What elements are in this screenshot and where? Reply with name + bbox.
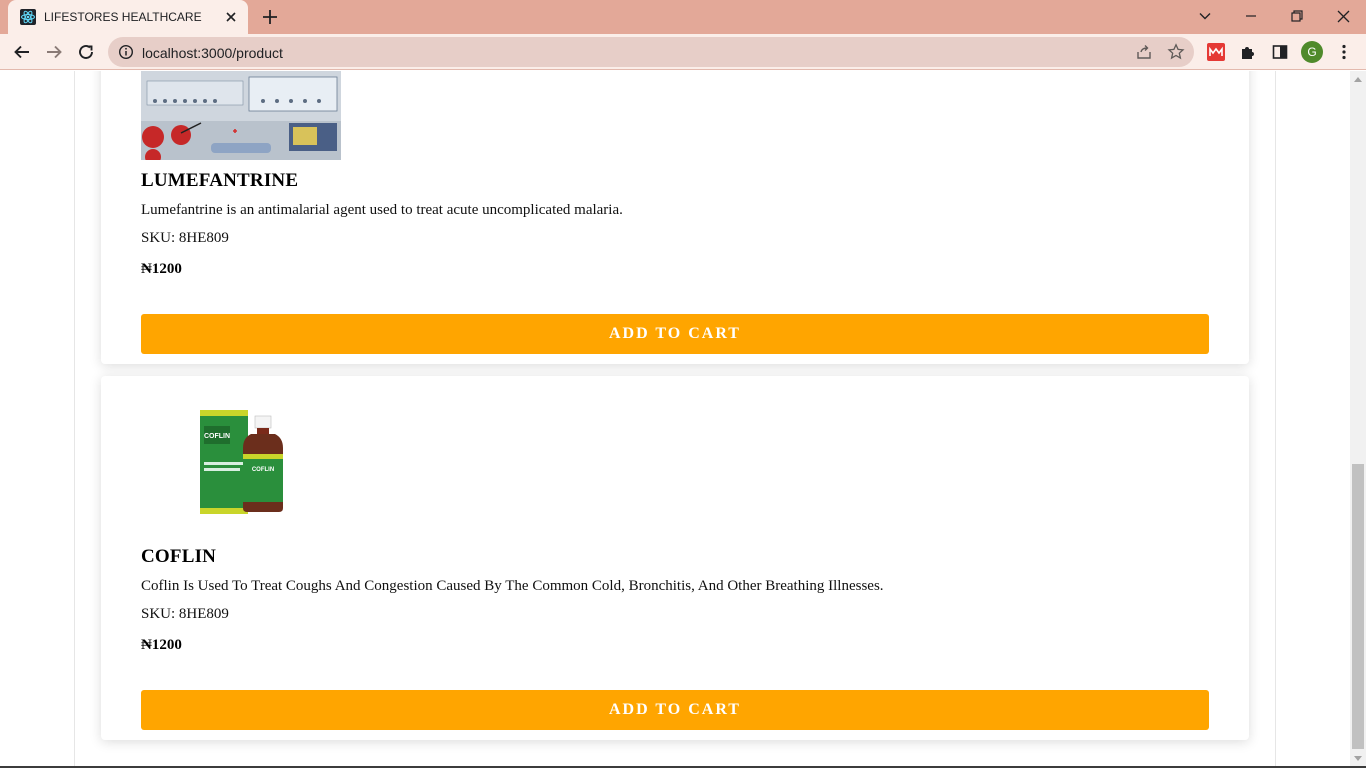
close-icon[interactable] [222, 8, 240, 26]
puzzle-icon [1242, 47, 1254, 59]
close-window-button[interactable] [1320, 0, 1366, 32]
add-to-cart-button[interactable]: ADD TO CART [141, 314, 1209, 354]
forward-button[interactable] [41, 39, 67, 65]
back-icon [14, 45, 29, 59]
extension-icon[interactable] [1206, 42, 1226, 62]
menu-button[interactable] [1334, 42, 1354, 62]
share-icon[interactable] [1135, 43, 1153, 61]
coflin-bottle-label: COFLIN [252, 467, 274, 473]
product-description: Coflin Is Used To Treat Coughs And Conge… [141, 578, 884, 594]
coflin-box-label: COFLIN [204, 433, 230, 440]
info-icon[interactable] [118, 44, 134, 60]
restore-icon [1291, 10, 1303, 22]
browser-tab[interactable]: LIFESTORES HEALTHCARE [8, 0, 248, 34]
react-icon [20, 9, 36, 25]
restore-button[interactable] [1274, 0, 1320, 32]
side-panel-button[interactable] [1270, 42, 1290, 62]
product-description: Lumefantrine is an antimalarial agent us… [141, 202, 623, 218]
sidepanel-icon [1272, 45, 1288, 59]
vertical-scrollbar[interactable] [1350, 71, 1366, 768]
scroll-up-arrow-icon[interactable] [1354, 77, 1362, 82]
product-name: LUMEFANTRINE [141, 170, 299, 191]
scrollbar-thumb[interactable] [1352, 464, 1364, 749]
page-viewport: LUMEFANTRINE Lumefantrine is an antimala… [0, 71, 1350, 768]
product-card: LUMEFANTRINE Lumefantrine is an antimala… [101, 71, 1249, 364]
reload-icon [79, 45, 93, 59]
kebab-menu-icon [1342, 44, 1346, 60]
product-image: COFLIN COFLIN [141, 386, 341, 526]
url-text[interactable]: localhost:3000/product [142, 45, 283, 61]
add-to-cart-button[interactable]: ADD TO CART [141, 690, 1209, 730]
browser-toolbar: localhost:3000/product [0, 34, 1366, 70]
address-bar[interactable]: localhost:3000/product [108, 37, 1194, 67]
back-button[interactable] [9, 39, 35, 65]
close-window-icon [1337, 10, 1349, 22]
forward-icon [47, 45, 62, 59]
extensions-button[interactable] [1238, 42, 1258, 62]
minimize-button[interactable] [1228, 0, 1274, 32]
profile-avatar[interactable]: G [1301, 41, 1323, 63]
product-sku: SKU: 8HE809 [141, 606, 229, 622]
scroll-down-arrow-icon[interactable] [1354, 756, 1362, 761]
chevron-down-icon [1199, 13, 1211, 20]
minimize-icon [1246, 15, 1256, 17]
tab-search-button[interactable] [1182, 0, 1228, 32]
star-icon[interactable] [1167, 43, 1185, 61]
tab-strip: LIFESTORES HEALTHCARE [0, 0, 1366, 34]
product-price: ₦1200 [141, 637, 182, 653]
plus-icon[interactable] [259, 6, 281, 28]
product-sku: SKU: 8HE809 [141, 230, 229, 246]
extension-badge-icon [1207, 43, 1225, 61]
tab-title: LIFESTORES HEALTHCARE [44, 10, 202, 24]
product-price: ₦1200 [141, 261, 182, 277]
product-image [141, 71, 341, 160]
reload-button[interactable] [73, 39, 99, 65]
product-name: COFLIN [141, 546, 217, 567]
product-card: COFLIN COFLIN COFLIN Coflin Is Used To T… [101, 376, 1249, 740]
